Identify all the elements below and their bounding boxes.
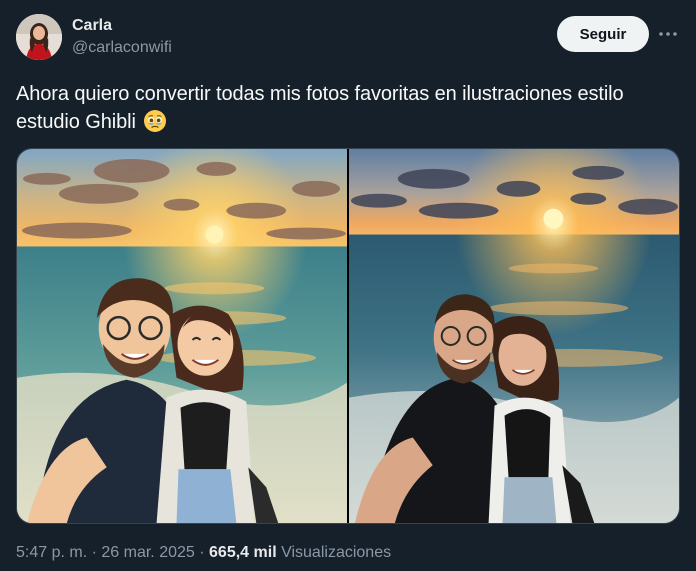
author-name[interactable]: Carla: [72, 16, 172, 36]
separator: ·: [91, 544, 97, 561]
avatar-image: [16, 14, 62, 60]
views-label: Visualizaciones: [281, 544, 392, 561]
holding-back-tears-emoji-icon: [144, 110, 167, 132]
media-image-photo[interactable]: [349, 149, 679, 523]
author-handle[interactable]: @carlaconwifi: [72, 38, 172, 58]
tweet: Carla @carlaconwifi Seguir Ahora quiero …: [0, 0, 696, 571]
media-grid: [16, 148, 680, 524]
media-image-illustration[interactable]: [17, 149, 347, 523]
tweet-text: Ahora quiero convertir todas mis fotos f…: [16, 80, 676, 136]
tweet-time[interactable]: 5:47 p. m.: [16, 544, 87, 561]
illustration-image: [17, 149, 347, 523]
tweet-date[interactable]: 26 mar. 2025: [101, 544, 194, 561]
author-avatar[interactable]: [16, 14, 62, 60]
views-count: 665,4 mil: [209, 544, 277, 561]
author-info: Carla @carlaconwifi: [72, 16, 172, 58]
more-horizontal-icon: [659, 32, 677, 36]
original-photo-image: [349, 149, 679, 523]
separator: ·: [199, 544, 205, 561]
more-options-button[interactable]: [656, 22, 680, 46]
tweet-metadata: 5:47 p. m. · 26 mar. 2025 · 665,4 mil Vi…: [16, 543, 391, 563]
follow-button[interactable]: Seguir: [557, 16, 649, 52]
tweet-text-body: Ahora quiero convertir todas mis fotos f…: [16, 83, 624, 133]
